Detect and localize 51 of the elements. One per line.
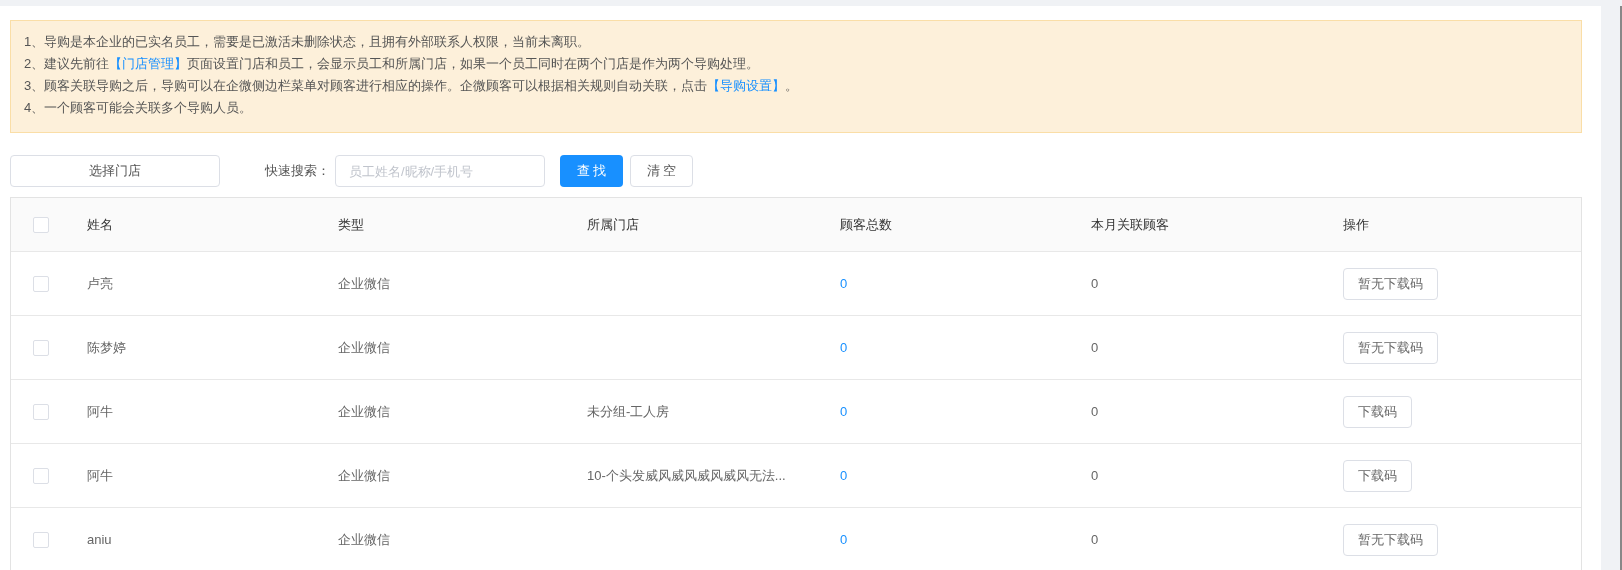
table-cell: aniu bbox=[87, 531, 112, 547]
count-link[interactable]: 0 bbox=[840, 275, 848, 291]
table-cell: 10-个头发威风威风威风威风无法... bbox=[587, 467, 786, 483]
column-header: 类型 bbox=[338, 216, 364, 232]
table-cell: 企业微信 bbox=[338, 339, 390, 355]
find-button[interactable]: 查 找 bbox=[560, 155, 623, 187]
column-header: 操作 bbox=[1343, 216, 1369, 232]
download-code-button[interactable]: 下载码 bbox=[1343, 459, 1412, 492]
notice-text: 3、顾客关联导购之后，导购可以在企微侧边栏菜单对顾客进行相应的操作。企微顾客可以根据相关规则自动关联，点击【导购设置】。 bbox=[24, 77, 800, 95]
column-header: 本月关联顾客 bbox=[1091, 216, 1169, 232]
count-link[interactable]: 0 bbox=[840, 467, 848, 483]
checkbox[interactable] bbox=[33, 339, 49, 356]
search-label: 快速搜索： bbox=[265, 162, 330, 181]
table-cell: 企业微信 bbox=[338, 467, 390, 483]
checkbox[interactable] bbox=[33, 531, 49, 548]
download-code-button[interactable]: 暂无下载码 bbox=[1343, 267, 1438, 300]
checkbox[interactable] bbox=[33, 275, 49, 292]
count-link[interactable]: 0 bbox=[840, 531, 848, 547]
table-cell: 阿牛 bbox=[87, 467, 113, 483]
table-cell: 0 bbox=[1091, 339, 1099, 355]
table-cell: 企业微信 bbox=[338, 531, 390, 547]
notice-link[interactable]: 【门店管理】 bbox=[109, 56, 188, 71]
table-cell: 0 bbox=[1091, 531, 1099, 547]
notice-text: 4、一个顾客可能会关联多个导购人员。 bbox=[24, 99, 254, 117]
select-store-button[interactable]: 选择门店 bbox=[10, 155, 220, 187]
download-code-button[interactable]: 暂无下载码 bbox=[1343, 523, 1438, 556]
clear-button[interactable]: 清 空 bbox=[630, 155, 693, 187]
notice-text: 1、导购是本企业的已实名员工，需要是已激活未删除状态，且拥有外部联系人权限，当前未离职。 bbox=[24, 33, 592, 51]
table-cell: 企业微信 bbox=[338, 403, 390, 419]
table-cell: 阿牛 bbox=[87, 403, 113, 419]
count-link[interactable]: 0 bbox=[840, 403, 848, 419]
column-header: 姓名 bbox=[87, 216, 113, 232]
download-code-button[interactable]: 下载码 bbox=[1343, 395, 1412, 428]
column-header: 所属门店 bbox=[587, 216, 639, 232]
table-cell: 卢亮 bbox=[87, 275, 113, 291]
table-cell: 企业微信 bbox=[338, 275, 390, 291]
search-field[interactable]: 员工姓名/昵称/手机号 bbox=[335, 155, 545, 187]
checkbox[interactable] bbox=[33, 403, 49, 420]
count-link[interactable]: 0 bbox=[840, 339, 848, 355]
column-header: 顾客总数 bbox=[840, 216, 892, 232]
table-cell: 0 bbox=[1091, 275, 1099, 291]
table-cell: 未分组-工人房 bbox=[587, 403, 670, 419]
download-code-button[interactable]: 暂无下载码 bbox=[1343, 331, 1438, 364]
checkbox[interactable] bbox=[33, 216, 49, 233]
notice-link[interactable]: 【导购设置】 bbox=[707, 78, 786, 93]
table-cell: 0 bbox=[1091, 467, 1099, 483]
notice-text: 2、建议先前往【门店管理】页面设置门店和员工，会显示员工和所属门店，如果一个员工同时在两个门店是作为两个导购处理。 bbox=[24, 55, 761, 73]
table-cell: 陈梦婷 bbox=[87, 339, 126, 355]
checkbox[interactable] bbox=[33, 467, 49, 484]
scrollbar[interactable] bbox=[1620, 6, 1622, 570]
table-cell: 0 bbox=[1091, 403, 1099, 419]
